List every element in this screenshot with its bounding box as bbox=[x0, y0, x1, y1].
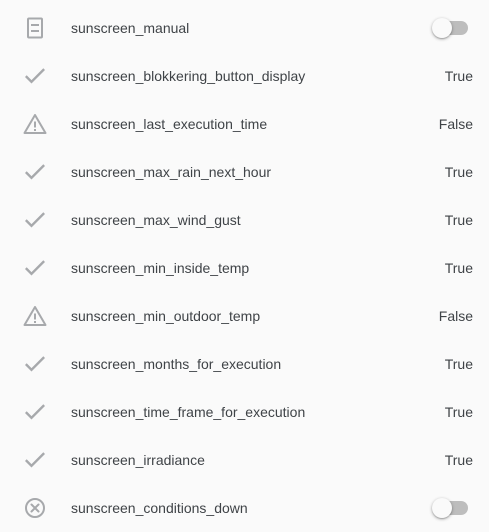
entity-row-sunscreen-irradiance[interactable]: sunscreen_irradiance True bbox=[0, 436, 489, 484]
entity-name: sunscreen_max_rain_next_hour bbox=[71, 164, 272, 180]
check-icon bbox=[22, 207, 48, 233]
entity-row-sunscreen-max-rain-next-hour[interactable]: sunscreen_max_rain_next_hour True bbox=[0, 148, 489, 196]
entity-name: sunscreen_max_wind_gust bbox=[71, 212, 241, 228]
toggle-thumb bbox=[432, 498, 452, 518]
check-icon bbox=[22, 159, 48, 185]
entity-value: True bbox=[444, 356, 473, 372]
entity-value: False bbox=[438, 308, 473, 324]
entity-name: sunscreen_blokkering_button_display bbox=[71, 68, 306, 84]
entity-value: True bbox=[444, 68, 473, 84]
entity-value: True bbox=[444, 212, 473, 228]
toggle-thumb bbox=[432, 18, 452, 38]
entity-value: True bbox=[444, 260, 473, 276]
entity-value: True bbox=[444, 452, 473, 468]
entity-row-sunscreen-last-execution-time[interactable]: sunscreen_last_execution_time False bbox=[0, 100, 489, 148]
entity-row-sunscreen-manual: sunscreen_manual bbox=[0, 4, 489, 52]
warning-icon bbox=[22, 111, 48, 137]
entity-row-sunscreen-min-outdoor-temp[interactable]: sunscreen_min_outdoor_temp False bbox=[0, 292, 489, 340]
check-icon bbox=[22, 447, 48, 473]
entity-row-sunscreen-time-frame-for-execution[interactable]: sunscreen_time_frame_for_execution True bbox=[0, 388, 489, 436]
check-icon bbox=[22, 351, 48, 377]
warning-icon bbox=[22, 303, 48, 329]
entity-value: True bbox=[444, 164, 473, 180]
switch-device-icon bbox=[22, 15, 48, 41]
entity-name: sunscreen_min_inside_temp bbox=[71, 260, 250, 276]
entity-name: sunscreen_time_frame_for_execution bbox=[71, 404, 306, 420]
entity-value: True bbox=[444, 404, 473, 420]
entity-row-sunscreen-months-for-execution[interactable]: sunscreen_months_for_execution True bbox=[0, 340, 489, 388]
sunscreen-conditions-down-toggle[interactable] bbox=[432, 498, 468, 518]
entity-name: sunscreen_conditions_down bbox=[71, 500, 248, 516]
entity-name: sunscreen_manual bbox=[71, 20, 190, 36]
entity-value: False bbox=[438, 116, 473, 132]
entity-row-sunscreen-blokkering-button-display[interactable]: sunscreen_blokkering_button_display True bbox=[0, 52, 489, 100]
entity-row-sunscreen-max-wind-gust[interactable]: sunscreen_max_wind_gust True bbox=[0, 196, 489, 244]
close-circle-icon bbox=[22, 495, 48, 521]
check-icon bbox=[22, 255, 48, 281]
check-icon bbox=[22, 399, 48, 425]
sunscreen-manual-toggle[interactable] bbox=[432, 18, 468, 38]
entity-row-sunscreen-min-inside-temp[interactable]: sunscreen_min_inside_temp True bbox=[0, 244, 489, 292]
entity-name: sunscreen_months_for_execution bbox=[71, 356, 282, 372]
entity-name: sunscreen_last_execution_time bbox=[71, 116, 268, 132]
entity-name: sunscreen_min_outdoor_temp bbox=[71, 308, 261, 324]
entity-list: sunscreen_manual sunscreen_blokkering_bu… bbox=[0, 0, 489, 525]
check-icon bbox=[22, 63, 48, 89]
entity-name: sunscreen_irradiance bbox=[71, 452, 205, 468]
